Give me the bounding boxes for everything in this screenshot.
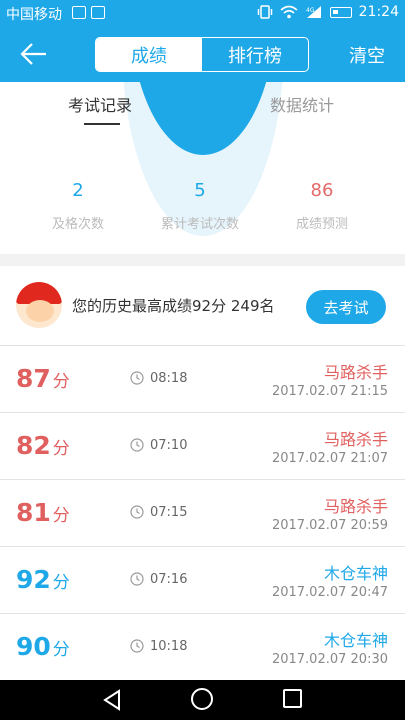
vibrate-icon bbox=[257, 5, 272, 19]
record-title: 木仓车神 bbox=[323, 564, 388, 583]
stat-label: 累计考试次数 bbox=[160, 217, 239, 232]
record-duration: 08:18 bbox=[150, 371, 188, 386]
title-bar: 成绩 排行榜 清空 bbox=[0, 26, 405, 82]
stat-label: 及格次数 bbox=[51, 217, 104, 232]
gallery-notification-icon bbox=[72, 6, 86, 19]
record-title: 马路杀手 bbox=[323, 497, 388, 516]
record-row[interactable]: 92 分 07:16 木仓车神 2017.02.07 20:47 bbox=[0, 547, 405, 614]
record-score: 90 分 bbox=[16, 632, 70, 661]
avatar bbox=[16, 282, 62, 328]
score-value: 92 bbox=[16, 565, 51, 594]
clock-icon bbox=[130, 371, 144, 385]
record-score: 82 分 bbox=[16, 431, 70, 460]
svg-text:4G: 4G bbox=[306, 7, 315, 14]
record-duration: 07:10 bbox=[150, 438, 188, 453]
clock-icon bbox=[130, 639, 144, 653]
record-row[interactable]: 82 分 07:10 马路杀手 2017.02.07 21:07 bbox=[0, 413, 405, 480]
tab-data-stats[interactable]: 数据统计 bbox=[270, 92, 334, 116]
record-title: 马路杀手 bbox=[323, 363, 388, 382]
stat-value: 5 bbox=[194, 180, 206, 201]
score-unit: 分 bbox=[52, 372, 70, 392]
score-value: 82 bbox=[16, 431, 51, 460]
record-row[interactable]: 81 分 07:15 马路杀手 2017.02.07 20:59 bbox=[0, 480, 405, 547]
carrier-label: 中国移动 bbox=[6, 7, 62, 23]
go-exam-button[interactable]: 去考试 bbox=[306, 290, 386, 324]
best-score-bar: 您的历史最高成绩92分 249名 去考试 bbox=[0, 266, 405, 346]
battery-icon bbox=[329, 6, 352, 18]
status-bar: 中国移动 4G 21:24 bbox=[0, 0, 405, 26]
score-unit: 分 bbox=[52, 640, 70, 660]
status-right: 4G 21:24 bbox=[257, 4, 399, 20]
record-row[interactable]: 87 分 08:18 马路杀手 2017.02.07 21:15 bbox=[0, 346, 405, 413]
tab-exam-records[interactable]: 考试记录 bbox=[68, 92, 132, 116]
record-row[interactable]: 90 分 10:18 木仓车神 2017.02.07 20:30 bbox=[0, 614, 405, 681]
clock-time: 21:24 bbox=[358, 4, 399, 20]
summary-panel: 考试记录 数据统计 2 及格次数 5 累计考试次数 86 成绩预测 bbox=[0, 82, 405, 254]
clock-icon bbox=[130, 572, 144, 586]
tab-ranking[interactable]: 排行榜 bbox=[202, 38, 308, 71]
header-segment: 成绩 排行榜 bbox=[95, 37, 309, 72]
best-score-text: 您的历史最高成绩92分 249名 bbox=[72, 297, 275, 315]
record-score: 87 分 bbox=[16, 364, 70, 393]
score-value: 90 bbox=[16, 632, 51, 661]
arrow-left-icon bbox=[20, 43, 46, 65]
clock-icon bbox=[130, 438, 144, 452]
record-datetime: 2017.02.07 20:59 bbox=[271, 518, 388, 533]
stat-value: 86 bbox=[310, 180, 334, 201]
record-datetime: 2017.02.07 21:07 bbox=[271, 451, 388, 466]
stat-label: 成绩预测 bbox=[295, 217, 348, 232]
record-score: 92 分 bbox=[16, 565, 70, 594]
score-value: 87 bbox=[16, 364, 51, 393]
record-duration: 07:15 bbox=[150, 505, 188, 520]
record-datetime: 2017.02.07 20:47 bbox=[271, 585, 388, 600]
notification-icons bbox=[72, 6, 105, 19]
nav-home-icon[interactable] bbox=[191, 688, 213, 710]
avatar-face bbox=[26, 300, 54, 322]
stat-value: 2 bbox=[72, 180, 84, 201]
score-unit: 分 bbox=[52, 439, 70, 459]
record-datetime: 2017.02.07 20:30 bbox=[271, 652, 388, 667]
score-unit: 分 bbox=[52, 506, 70, 526]
nav-recent-apps-icon[interactable] bbox=[283, 689, 302, 708]
stat-score-prediction: 86 成绩预测 bbox=[252, 180, 392, 232]
stat-pass-count: 2 及格次数 bbox=[8, 180, 148, 232]
record-title: 木仓车神 bbox=[323, 631, 388, 650]
record-title: 马路杀手 bbox=[323, 430, 388, 449]
nav-back-icon[interactable] bbox=[102, 689, 122, 711]
stat-total-exams: 5 累计考试次数 bbox=[130, 180, 270, 232]
record-score: 81 分 bbox=[16, 498, 70, 527]
signal-icon: 4G bbox=[306, 6, 321, 18]
tab-indicator bbox=[84, 123, 120, 125]
system-nav-bar bbox=[0, 680, 405, 720]
exam-record-list: 87 分 08:18 马路杀手 2017.02.07 21:15 82 分 07:1… bbox=[0, 346, 405, 681]
back-button[interactable] bbox=[16, 38, 52, 70]
record-duration: 10:18 bbox=[150, 639, 188, 654]
tab-scores[interactable]: 成绩 bbox=[96, 38, 202, 71]
app-notification-icon bbox=[91, 6, 105, 19]
score-unit: 分 bbox=[52, 573, 70, 593]
wifi-icon bbox=[280, 5, 298, 19]
score-value: 81 bbox=[16, 498, 51, 527]
record-duration: 07:16 bbox=[150, 572, 188, 587]
record-datetime: 2017.02.07 21:15 bbox=[271, 384, 388, 399]
clock-icon bbox=[130, 505, 144, 519]
clear-button[interactable]: 清空 bbox=[349, 42, 385, 68]
